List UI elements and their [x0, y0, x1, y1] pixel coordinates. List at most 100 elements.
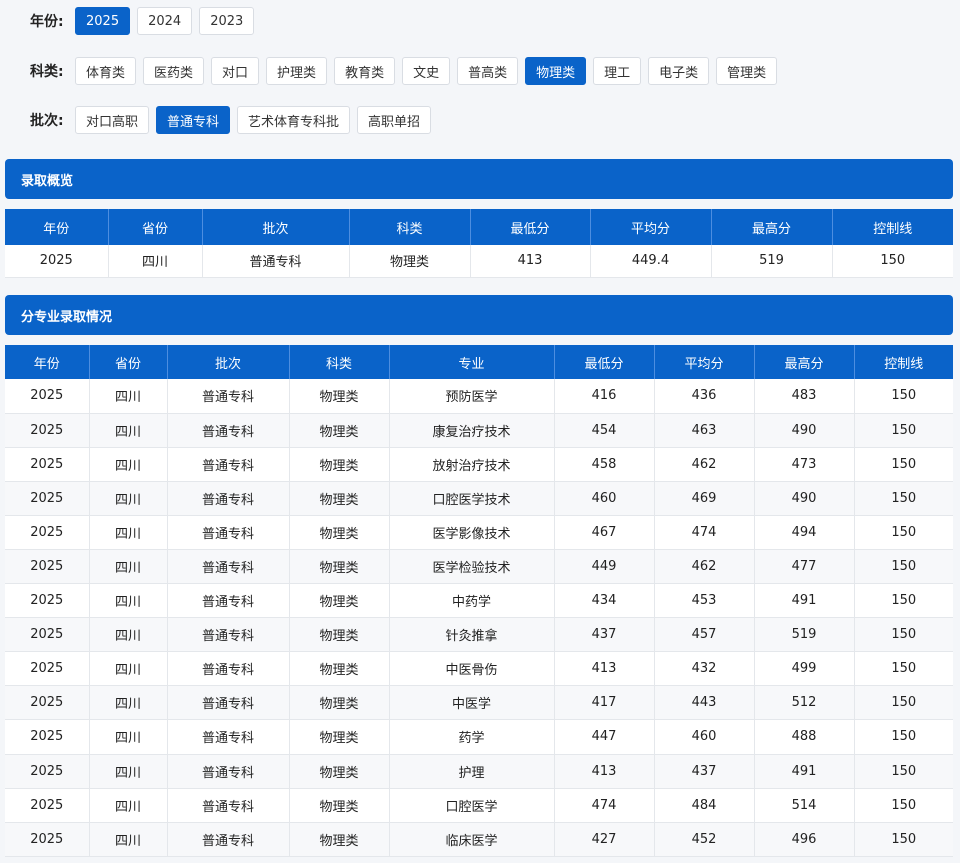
table-cell: 物理类 [289, 481, 390, 516]
table-cell: 477 [754, 549, 855, 585]
category-filter-option[interactable]: 医药类 [143, 57, 205, 85]
table-cell: 150 [854, 447, 953, 482]
table-cell: 普通专科 [167, 447, 290, 482]
filter-batch-label: 批次: [30, 113, 64, 129]
batch-filter-option[interactable]: 高职单招 [357, 106, 432, 134]
table-cell: 150 [854, 754, 953, 789]
table-cell: 物理类 [289, 379, 390, 414]
table-cell: 普通专科 [167, 379, 290, 414]
batch-filter-option[interactable]: 对口高职 [75, 106, 150, 134]
column-header: 最高分 [754, 345, 855, 379]
table-row: 2025 四川 普通专科 物理类 中医骨伤 413 432 499 150 [5, 651, 953, 687]
column-header: 控制线 [832, 209, 953, 245]
table-cell: 物理类 [289, 788, 390, 823]
category-filter-option[interactable]: 护理类 [266, 57, 328, 85]
table-cell: 473 [754, 447, 855, 482]
batch-filter-option[interactable]: 普通专科 [156, 106, 231, 134]
category-filter-option[interactable]: 管理类 [716, 57, 778, 85]
table-cell: 457 [654, 617, 755, 653]
table-cell: 物理类 [289, 583, 390, 619]
table-cell: 2025 [5, 617, 90, 653]
majors-header-row: 年份 省份 批次 科类 专业 最低分 平均分 最高分 控制线 [5, 345, 953, 379]
filter-category-label: 科类: [30, 64, 64, 80]
column-header: 最低分 [554, 345, 655, 379]
year-filter-option[interactable]: 2024 [137, 7, 193, 35]
column-header: 控制线 [854, 345, 953, 379]
table-row: 2025 四川 普通专科 物理类 护理 413 437 491 150 [5, 754, 953, 789]
batch-filter-option[interactable]: 艺术体育专科批 [237, 106, 351, 134]
table-cell: 中药学 [389, 583, 555, 619]
table-cell: 2025 [5, 719, 90, 755]
table-cell: 物理类 [289, 549, 390, 585]
filter-year-label: 年份: [30, 14, 64, 30]
table-cell: 预防医学 [389, 379, 555, 414]
category-filter-option[interactable]: 理工 [593, 57, 642, 85]
table-row: 2025 四川 普通专科 物理类 临床医学 427 452 496 150 [5, 822, 953, 857]
table-cell: 护理 [389, 754, 555, 789]
table-cell: 150 [854, 822, 953, 857]
column-header: 年份 [5, 345, 90, 379]
year-filter-option[interactable]: 2025 [75, 7, 131, 35]
table-cell: 519 [711, 245, 833, 278]
table-cell: 普通专科 [167, 617, 290, 653]
table-cell: 四川 [89, 447, 168, 482]
overview-table: 年份 省份 批次 科类 最低分 平均分 最高分 控制线 2025 四川 普通专科 物理类 413 449… [5, 209, 953, 278]
table-cell: 2025 [5, 685, 90, 721]
filter-batch-row: 批次: 对口高职 普通专科 艺术体育专科批 高职单招 [30, 106, 432, 134]
table-cell: 针灸推拿 [389, 617, 555, 653]
table-cell: 434 [554, 583, 655, 619]
table-cell: 453 [654, 583, 755, 619]
category-filter-option[interactable]: 对口 [211, 57, 260, 85]
table-cell: 150 [854, 617, 953, 653]
table-cell: 四川 [89, 413, 168, 448]
category-filter-option[interactable]: 物理类 [525, 57, 587, 85]
table-cell: 416 [554, 379, 655, 414]
category-filter-option[interactable]: 体育类 [75, 57, 137, 85]
table-cell: 463 [654, 413, 755, 448]
table-cell: 462 [654, 447, 755, 482]
table-cell: 496 [754, 822, 855, 857]
year-filter-option[interactable]: 2023 [199, 7, 255, 35]
table-cell: 490 [754, 413, 855, 448]
table-cell: 2025 [5, 379, 90, 414]
table-cell: 467 [554, 515, 655, 550]
table-cell: 437 [654, 754, 755, 789]
table-cell: 四川 [89, 379, 168, 414]
table-cell: 四川 [89, 822, 168, 857]
table-cell: 四川 [89, 685, 168, 721]
table-row: 2025 四川 普通专科 物理类 中医学 417 443 512 150 [5, 685, 953, 721]
table-cell: 447 [554, 719, 655, 755]
table-row: 2025 四川 普通专科 物理类 医学影像技术 467 474 494 150 [5, 515, 953, 550]
category-filter-option[interactable]: 电子类 [648, 57, 710, 85]
category-filter-option[interactable]: 文史 [402, 57, 451, 85]
column-header: 专业 [389, 345, 555, 379]
table-cell: 2025 [5, 788, 90, 823]
table-cell: 443 [654, 685, 755, 721]
table-cell: 483 [754, 379, 855, 414]
filter-year-row: 年份: 2025 2024 2023 [30, 7, 255, 35]
table-cell: 普通专科 [167, 788, 290, 823]
category-filter-option[interactable]: 普高类 [457, 57, 519, 85]
table-cell: 474 [654, 515, 755, 550]
table-cell: 488 [754, 719, 855, 755]
table-cell: 2025 [5, 754, 90, 789]
table-cell: 449 [554, 549, 655, 585]
table-cell: 口腔医学 [389, 788, 555, 823]
table-cell: 449.4 [590, 245, 712, 278]
filter-batch-options: 对口高职 普通专科 艺术体育专科批 高职单招 [75, 106, 432, 134]
majors-table: 年份 省份 批次 科类 专业 最低分 平均分 最高分 控制线 2025 四川 普通专科 物理类 预防医学… [5, 345, 953, 857]
table-cell: 普通专科 [167, 822, 290, 857]
table-cell: 2025 [5, 413, 90, 448]
table-cell: 469 [654, 481, 755, 516]
table-cell: 452 [654, 822, 755, 857]
column-header: 最低分 [470, 209, 591, 245]
table-cell: 四川 [89, 617, 168, 653]
category-filter-option[interactable]: 教育类 [334, 57, 396, 85]
table-cell: 物理类 [289, 447, 390, 482]
filter-year-options: 2025 2024 2023 [75, 7, 255, 35]
column-header: 年份 [5, 209, 109, 245]
table-cell: 四川 [89, 583, 168, 619]
table-cell: 四川 [89, 515, 168, 550]
table-cell: 514 [754, 788, 855, 823]
table-cell: 150 [854, 481, 953, 516]
